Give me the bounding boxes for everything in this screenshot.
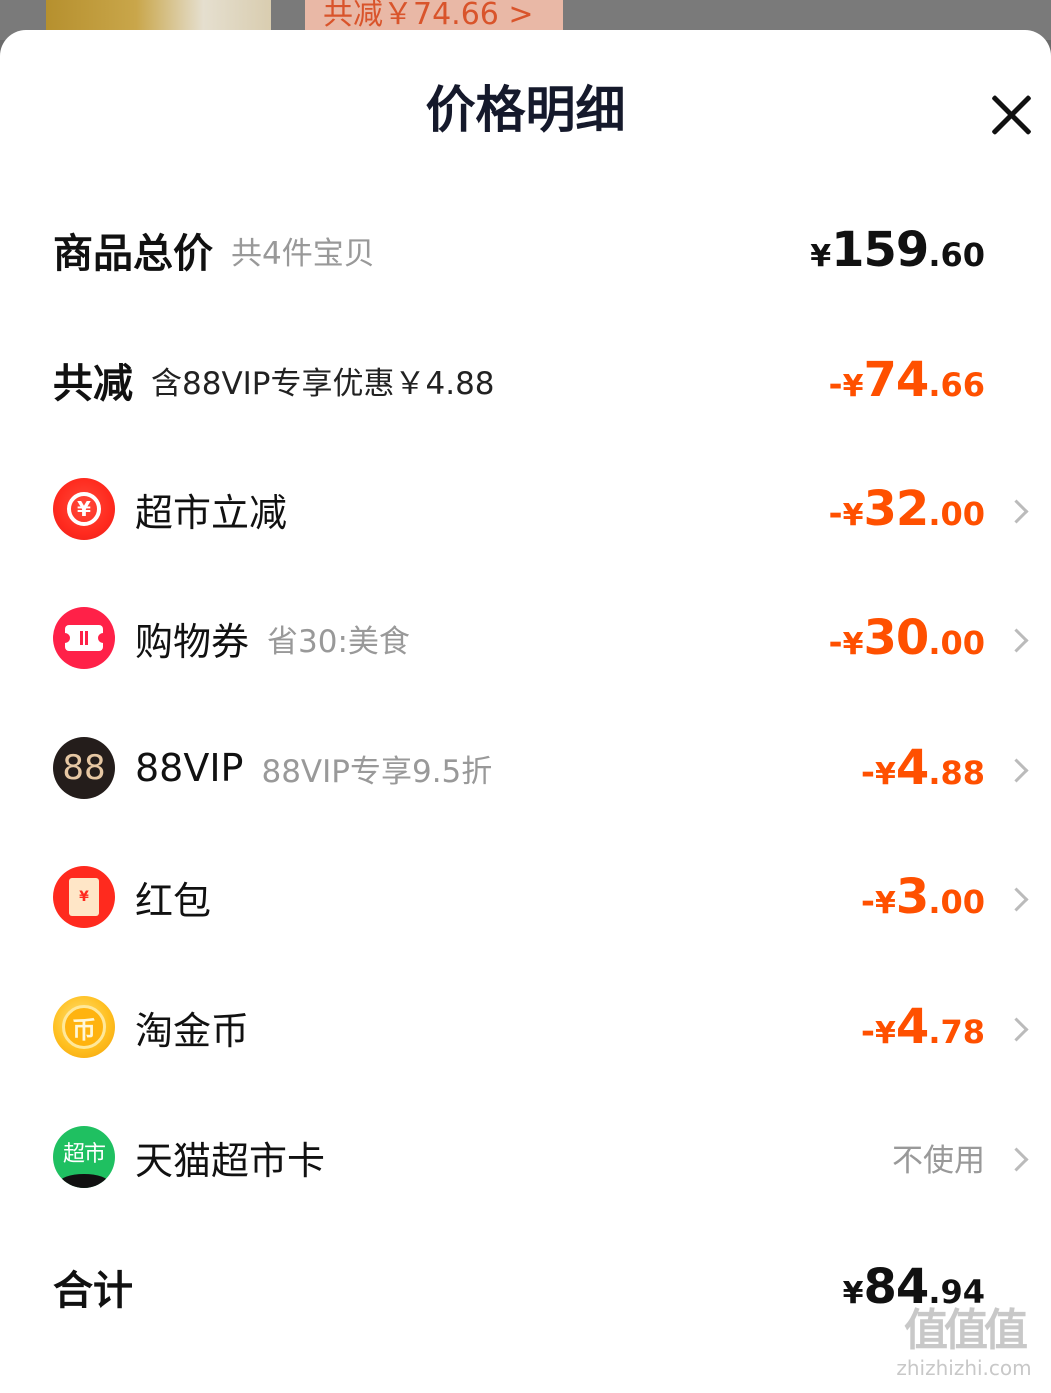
vip-note: 88VIP专享9.5折 [261,753,493,790]
yuan-return-icon: ¥ [53,478,115,540]
taojinbi-amount: - ¥ 4 .78 [860,999,985,1055]
total-discount-row: 共减 含88VIP专享优惠￥4.88 - ¥ 74 .66 [0,335,1051,425]
taojinbi-label: 淘金币 [135,1008,250,1053]
total-discount-amount: - ¥ 74 .66 [828,352,985,408]
ticket-icon [53,607,115,669]
goods-total-amount: ¥ 159 .60 [810,222,985,278]
gold-coin-icon: 币 [53,996,115,1058]
sheet-title: 价格明细 [425,81,626,139]
vip-amount: - ¥ 4 .88 [860,740,985,796]
coupon-note: 省30:美食 [267,623,410,660]
total-discount-chip: 共减￥74.66 > [305,0,563,30]
product-thumbnail [46,0,271,30]
coupon-amount: - ¥ 30 .00 [828,610,985,666]
coupon-label: 购物券 [135,619,250,664]
total-discount-label: 共减 [53,361,133,407]
tmall-supermarket-icon: 超市 [53,1126,115,1188]
supermarket-discount-amount: - ¥ 32 .00 [828,481,985,537]
red-packet-row[interactable]: ¥ 红包 - ¥ 3 .00 [0,852,1051,942]
coupon-row[interactable]: 购物券 省30:美食 - ¥ 30 .00 [0,593,1051,683]
chevron-right-icon[interactable] [1004,758,1029,783]
watermark: 值值值 zhizhizhi.com [896,1305,1032,1380]
tmall-card-status: 不使用 [892,1142,985,1179]
chevron-right-icon[interactable] [1004,628,1029,653]
tmall-card-row[interactable]: 超市 天猫超市卡 不使用 [0,1112,1051,1202]
supermarket-discount-row[interactable]: ¥ 超市立减 - ¥ 32 .00 [0,464,1051,554]
chevron-right-icon[interactable] [1004,1017,1029,1042]
price-detail-sheet: 价格明细 商品总价 共4件宝贝 ¥ 159 .60 共减 含88VIP专享优惠￥… [0,30,1051,1393]
chevron-right-icon[interactable] [1004,887,1029,912]
red-envelope-icon: ¥ [53,866,115,928]
chevron-right-icon[interactable] [1004,499,1029,524]
goods-total-row: 商品总价 共4件宝贝 ¥ 159 .60 [0,205,1051,295]
sum-label: 合计 [53,1268,133,1314]
88vip-icon: 88 [53,737,115,799]
goods-total-label: 商品总价 [53,231,213,277]
vip-row[interactable]: 88 88VIP 88VIP专享9.5折 - ¥ 4 .88 [0,723,1051,813]
red-packet-label: 红包 [135,878,212,923]
close-icon[interactable] [988,92,1034,138]
vip-label: 88VIP [135,746,244,790]
tmall-card-label: 天猫超市卡 [135,1138,326,1183]
chevron-right-icon[interactable] [1004,1147,1029,1172]
supermarket-discount-label: 超市立减 [135,490,288,535]
red-packet-amount: - ¥ 3 .00 [860,869,985,925]
goods-count-note: 共4件宝贝 [231,235,375,272]
taojinbi-row[interactable]: 币 淘金币 - ¥ 4 .78 [0,982,1051,1072]
vip-discount-note: 含88VIP专享优惠￥4.88 [151,365,495,402]
